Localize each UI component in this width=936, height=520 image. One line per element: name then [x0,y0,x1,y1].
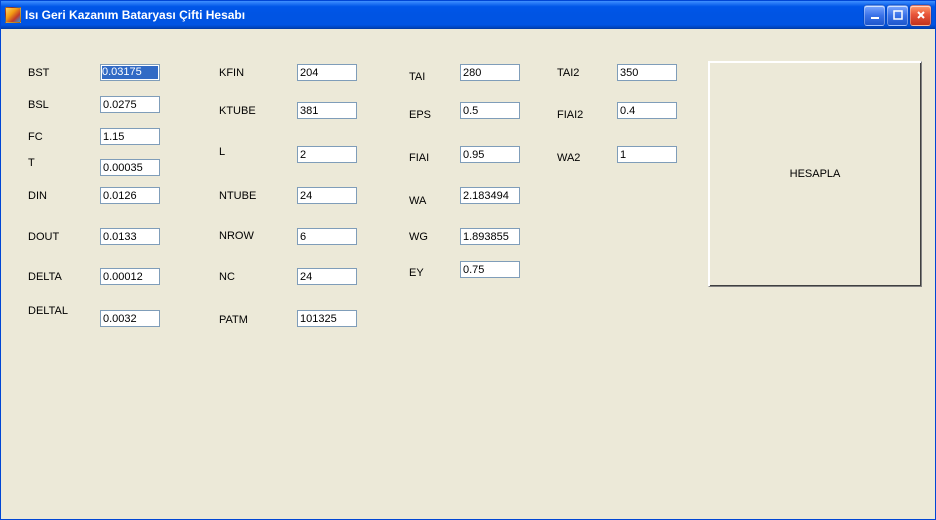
label-bst: BST [28,65,49,81]
window-title: Isı Geri Kazanım Bataryası Çifti Hesabı [25,8,864,22]
maximize-button[interactable] [887,5,908,26]
app-window: Isı Geri Kazanım Bataryası Çifti Hesabı … [0,0,936,520]
close-button[interactable] [910,5,931,26]
label-delta: DELTA [28,269,62,285]
minimize-icon [870,10,880,20]
label-wa2: WA2 [557,150,580,166]
label-tai: TAI [409,69,425,85]
input-eps[interactable] [460,102,520,119]
input-fc[interactable] [100,128,160,145]
label-wg: WG [409,229,428,245]
label-ey: EY [409,265,424,281]
label-nc: NC [219,269,235,285]
label-kfin: KFIN [219,65,244,81]
input-dout[interactable] [100,228,160,245]
label-nrow: NROW [219,228,254,244]
close-icon [916,10,926,20]
label-fc: FC [28,129,43,145]
label-din: DIN [28,188,47,204]
hesapla-button[interactable]: HESAPLA [708,61,922,287]
maximize-icon [893,10,903,20]
label-wa: WA [409,193,426,209]
label-patm: PATM [219,312,248,328]
input-nrow[interactable] [297,228,357,245]
label-dout: DOUT [28,229,59,245]
label-ntube: NTUBE [219,188,256,204]
label-ktube: KTUBE [219,103,256,119]
input-t[interactable] [100,159,160,176]
label-fiai: FIAI [409,150,429,166]
input-tai[interactable] [460,64,520,81]
label-bsl: BSL [28,97,49,113]
label-tai2: TAI2 [557,65,579,81]
label-t: T [28,155,35,171]
titlebar: Isı Geri Kazanım Bataryası Çifti Hesabı [1,1,935,29]
input-delta[interactable] [100,268,160,285]
input-bst[interactable] [100,64,160,81]
input-wa2[interactable] [617,146,677,163]
input-ntube[interactable] [297,187,357,204]
input-tai2[interactable] [617,64,677,81]
input-nc[interactable] [297,268,357,285]
client-area: BST BSL FC T DIN DOUT DELTA DELTAL 0.031… [1,29,935,519]
window-control-buttons [864,5,931,26]
input-ktube[interactable] [297,102,357,119]
input-din[interactable] [100,187,160,204]
input-l[interactable] [297,146,357,163]
label-fiai2: FIAI2 [557,107,583,123]
input-wg[interactable] [460,228,520,245]
label-deltal: DELTAL [28,303,68,319]
input-fiai2[interactable] [617,102,677,119]
input-ey[interactable] [460,261,520,278]
input-kfin[interactable] [297,64,357,81]
app-icon [5,7,21,23]
minimize-button[interactable] [864,5,885,26]
label-l: L [219,144,225,160]
input-patm[interactable] [297,310,357,327]
hesapla-button-label: HESAPLA [790,168,841,180]
input-bsl[interactable] [100,96,160,113]
label-eps: EPS [409,107,431,123]
input-deltal[interactable] [100,310,160,327]
input-wa[interactable] [460,187,520,204]
input-fiai[interactable] [460,146,520,163]
